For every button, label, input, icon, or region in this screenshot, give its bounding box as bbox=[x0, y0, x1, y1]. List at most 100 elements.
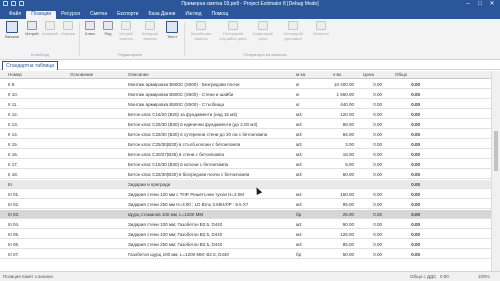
menu-help[interactable]: Помощ bbox=[207, 11, 234, 19]
cell-quantity: 60.00 bbox=[342, 172, 354, 177]
random-prices-icon bbox=[228, 21, 238, 30]
insert-button[interactable]: Вмъкни bbox=[2, 21, 22, 39]
cell-quantity: 1 560.00 bbox=[336, 92, 354, 97]
table-row[interactable]: II 16. Бетон клас C30/37(B35) в стени с б… bbox=[0, 150, 491, 159]
key-button[interactable]: Ключ bbox=[80, 21, 100, 36]
cell-description: Газобетон щурц 100 мм, L=1200 ММ; В2.5, … bbox=[128, 252, 229, 257]
col-quantity[interactable]: к-во bbox=[333, 72, 341, 77]
menu-positions[interactable]: Позиции bbox=[26, 11, 57, 19]
table-row[interactable]: II 18. Бетон клас C25/30(B30) в безгредов… bbox=[0, 170, 491, 179]
adjust-prices-button[interactable]: Коригирай цени bbox=[250, 21, 276, 41]
cell-description: Монтаж армировка В500С (S500) - Стени и … bbox=[128, 92, 234, 97]
copy-analysis-icon bbox=[145, 21, 155, 30]
table-row[interactable]: III 04. Зидария стени 100 мм; Газобетон В… bbox=[0, 220, 491, 229]
cell-total: 0.00 bbox=[411, 82, 420, 87]
cell-quantity: 150.00 bbox=[340, 192, 354, 197]
copy-button[interactable]: Копирай bbox=[40, 21, 60, 36]
menu-file[interactable]: Файл bbox=[4, 11, 26, 19]
positions-table: Номер Основание Описание м-ка к-во Цена … bbox=[0, 71, 500, 271]
table-row[interactable]: III 05. Зидария стени 100 мм; Газобетон В… bbox=[0, 230, 491, 239]
zoom-level[interactable]: 100% bbox=[478, 274, 490, 279]
copy-analysis-button[interactable]: Копирай анализ bbox=[140, 21, 160, 41]
cell-total: 0.00 bbox=[411, 112, 420, 117]
cell-unit: м2 bbox=[296, 192, 302, 197]
delete-icon bbox=[27, 21, 37, 30]
table-row[interactable]: III 07. Газобетон щурц 100 мм, L=1200 ММ;… bbox=[0, 250, 491, 259]
cell-description: Монтаж армировка В500С (S500) - Безгредо… bbox=[128, 82, 240, 87]
col-basis[interactable]: Основание bbox=[70, 72, 93, 77]
cell-price: 0.00 bbox=[373, 82, 382, 87]
table-row[interactable]: II 14. Бетон клас C25/30 (B30) в сутеренн… bbox=[0, 130, 491, 139]
table-row[interactable]: III 01. Зидария стени 120 мм с ТНР. Решет… bbox=[0, 190, 491, 199]
vertical-scrollbar[interactable] bbox=[491, 71, 500, 271]
maximize-icon[interactable]: □ bbox=[474, 0, 486, 9]
copy-icon bbox=[45, 21, 55, 30]
cell-price: 0.00 bbox=[373, 242, 382, 247]
cell-description: Зидария стени 120 мм с ТНР. Решетъчни ту… bbox=[128, 192, 245, 197]
minimize-icon[interactable]: – bbox=[462, 0, 474, 9]
table-row[interactable]: II 9. Монтаж армировка В500С (S500) - Без… bbox=[0, 80, 491, 89]
table-row[interactable]: III 03. Щурц стоманов 100 мм, L=1200 ММ бр… bbox=[0, 210, 491, 219]
window-title: Примерна сметка 03.pe8 - Project Estimat… bbox=[181, 1, 319, 7]
row-button[interactable]: Ред bbox=[98, 21, 118, 36]
table-row[interactable]: II 10. Монтаж армировка В500С (S500) - Ст… bbox=[0, 90, 491, 99]
cell-description: Бетон клас C16/20 (B20) за фундаменти (н… bbox=[128, 112, 238, 117]
random-prices-button[interactable]: Генерирай случайни цени bbox=[218, 21, 248, 41]
menu-bar: Файл Позиции Ресурси Сметка Експорти Баз… bbox=[0, 9, 500, 19]
delete-analysis-icon bbox=[121, 21, 131, 30]
cell-description: Зидарии и прегради bbox=[128, 182, 171, 187]
menu-database[interactable]: База Данни bbox=[143, 11, 180, 19]
menu-view[interactable]: Изглед bbox=[180, 11, 206, 19]
cell-description: Бетон клас C25/30 (B30) в единични фунда… bbox=[128, 122, 258, 127]
col-number[interactable]: Номер bbox=[8, 72, 22, 77]
cell-price: 0.00 bbox=[373, 132, 382, 137]
restore-analysis-button[interactable]: Възобнови анализ bbox=[188, 21, 214, 41]
col-unit[interactable]: м-ка bbox=[296, 72, 305, 77]
table-row[interactable]: II 15. Бетон клас C25/30(B30) в стълб,кол… bbox=[0, 140, 491, 149]
cell-total: 0.00 bbox=[411, 252, 420, 257]
menu-resources[interactable]: Ресурси bbox=[56, 11, 85, 19]
cell-unit: м2 bbox=[296, 232, 302, 237]
cell-price: 0.00 bbox=[373, 192, 382, 197]
generate-supply-button[interactable]: Генерирай доставна bbox=[278, 21, 308, 41]
cell-number: II 11. bbox=[8, 102, 18, 107]
delete-analysis-button[interactable]: Изтрий анализ bbox=[116, 21, 136, 41]
text-button[interactable]: Текст bbox=[162, 21, 182, 39]
cell-number: III 02. bbox=[8, 202, 20, 207]
table-row[interactable]: II 11. Монтаж армировка В500С (S500) - Ст… bbox=[0, 100, 491, 109]
table-row[interactable]: III 06. Зидария стени 250 мм; Газобетон В… bbox=[0, 240, 491, 249]
cell-unit: кг bbox=[296, 102, 300, 107]
table-row[interactable]: II 17. Бетон клас C15/30 (B30) в колони с… bbox=[0, 160, 491, 169]
group-editing: Редактиране bbox=[118, 52, 142, 57]
calculate-button[interactable]: Изчисли bbox=[310, 21, 332, 36]
cell-number: II 16. bbox=[8, 152, 19, 157]
cut-button[interactable]: Изрежи bbox=[58, 21, 78, 36]
status-text: Позиция пакет з анализ bbox=[3, 274, 53, 279]
cell-total: 0.00 bbox=[411, 232, 420, 237]
table-row[interactable]: II 13. Бетон клас C25/30 (B30) в единични… bbox=[0, 120, 491, 129]
table-group-row[interactable]: III. Зидарии и прегради 0.00 bbox=[0, 180, 491, 189]
table-row[interactable]: III 02. Зидария стени 250 мм Н=3.00 ; LD … bbox=[0, 200, 491, 209]
cell-number: II 9. bbox=[8, 82, 16, 87]
cell-price: 0.00 bbox=[373, 112, 382, 117]
scroll-thumb[interactable] bbox=[494, 131, 498, 171]
col-total[interactable]: Общо bbox=[395, 72, 407, 77]
cell-quantity: 50.00 bbox=[342, 252, 354, 257]
cell-unit: кг bbox=[296, 82, 300, 87]
cell-number: III. bbox=[8, 182, 14, 187]
close-icon[interactable]: ✕ bbox=[486, 0, 498, 9]
col-price[interactable]: Цена bbox=[363, 72, 374, 77]
cell-quantity: 88.00 bbox=[342, 122, 354, 127]
menu-exports[interactable]: Експорти bbox=[112, 11, 143, 19]
cell-total: 0.00 bbox=[411, 182, 420, 187]
cell-description: Зидария стени 100 мм; Газобетон В2.5, D4… bbox=[128, 232, 223, 237]
cell-number: III 04. bbox=[8, 222, 20, 227]
cell-price: 0.00 bbox=[373, 232, 382, 237]
table-row[interactable]: II 12. Бетон клас C16/20 (B20) за фундаме… bbox=[0, 110, 491, 119]
col-description[interactable]: Описание bbox=[128, 72, 149, 77]
cell-price: 0.00 bbox=[373, 152, 382, 157]
cell-unit: м3 bbox=[296, 132, 302, 137]
delete-button[interactable]: Изтрий bbox=[22, 21, 42, 36]
tab-standard-table[interactable]: Стандартна таблица bbox=[2, 61, 58, 70]
menu-estimate[interactable]: Сметка bbox=[85, 11, 112, 19]
